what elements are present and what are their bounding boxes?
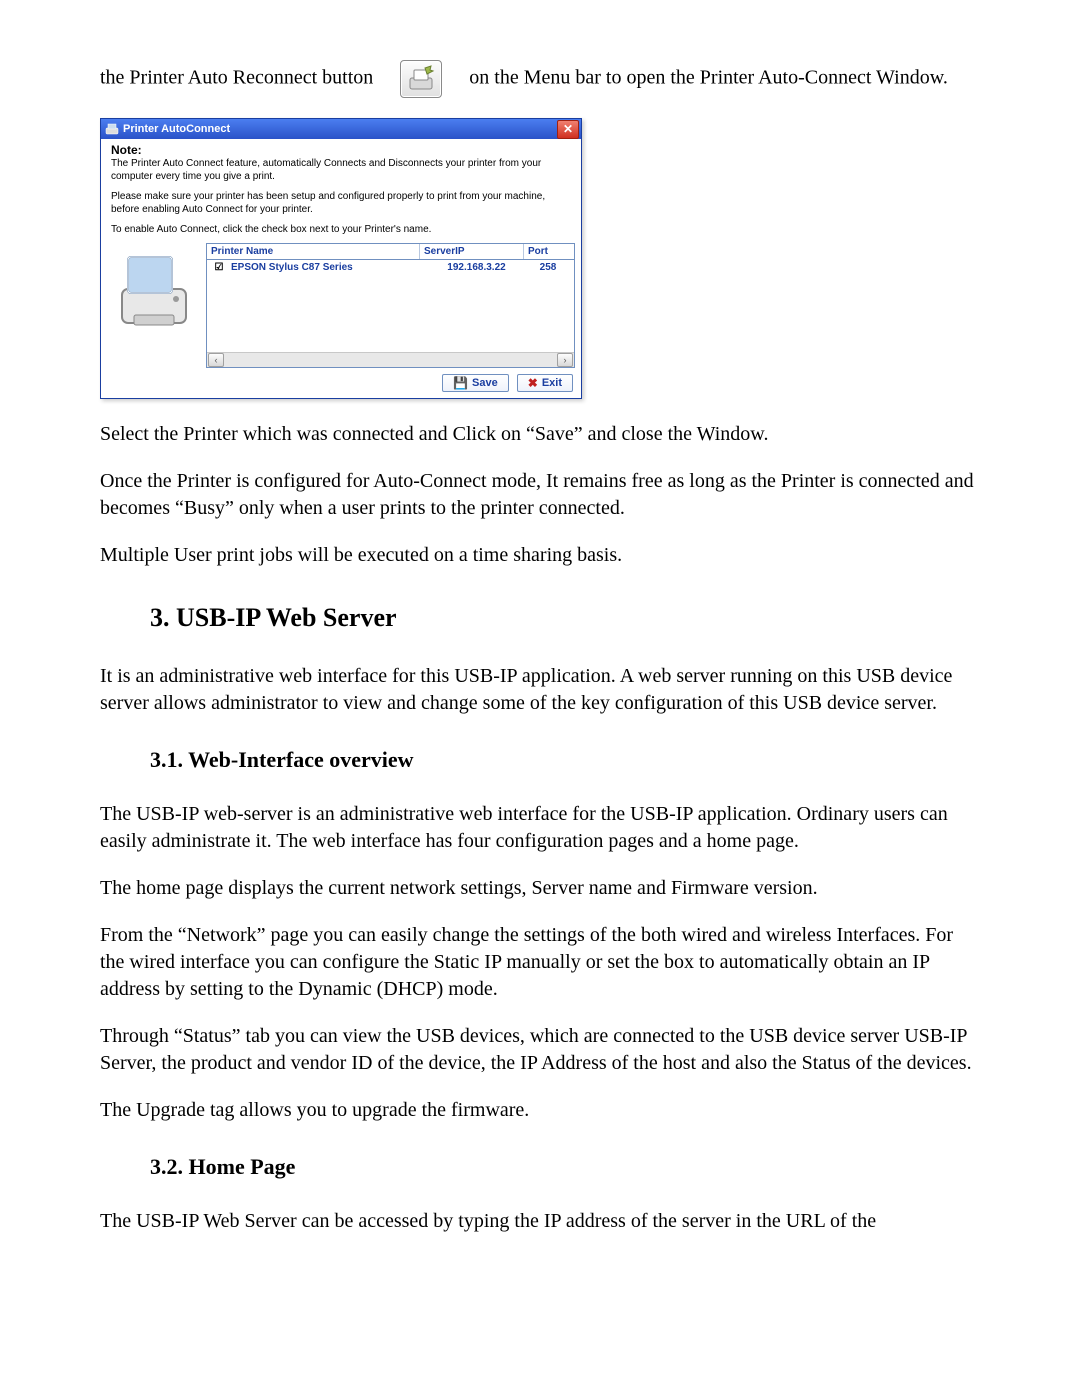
- col-header-ip[interactable]: ServerIP: [420, 244, 524, 259]
- sec31-p1: The USB-IP web-server is an administrati…: [100, 801, 980, 855]
- grid-row[interactable]: ☑ EPSON Stylus C87 Series 192.168.3.22 2…: [207, 260, 574, 275]
- horizontal-scrollbar[interactable]: ‹ ›: [207, 352, 574, 367]
- exit-label: Exit: [542, 377, 562, 389]
- save-icon: 💾: [453, 376, 468, 390]
- note-line-3: To enable Auto Connect, click the check …: [111, 224, 571, 237]
- grid-header: Printer Name ServerIP Port: [207, 244, 574, 260]
- printer-reconnect-icon: [405, 64, 437, 94]
- row-server-ip: 192.168.3.22: [427, 262, 526, 273]
- heading-usbip-web-server: 3. USB-IP Web Server: [150, 603, 980, 633]
- sec31-p5: The Upgrade tag allows you to upgrade th…: [100, 1097, 980, 1124]
- note-block: Note: The Printer Auto Connect feature, …: [101, 139, 581, 243]
- sec31-p3: From the “Network” page you can easily c…: [100, 922, 980, 1003]
- save-label: Save: [472, 377, 498, 389]
- sec31-p2: The home page displays the current netwo…: [100, 875, 980, 902]
- printer-auto-reconnect-button[interactable]: [400, 60, 442, 98]
- col-header-name[interactable]: Printer Name: [207, 244, 420, 259]
- sec3-intro: It is an administrative web interface fo…: [100, 663, 980, 717]
- scroll-right-button[interactable]: ›: [557, 353, 573, 367]
- row-checkbox[interactable]: ☑: [211, 262, 227, 273]
- dialog-title: Printer AutoConnect: [123, 123, 557, 135]
- note-title: Note:: [111, 143, 571, 157]
- printer-large-icon: [114, 247, 194, 337]
- intro-paragraph: the Printer Auto Reconnect button on the…: [100, 60, 980, 98]
- dialog-titlebar: Printer AutoConnect ✕: [101, 119, 581, 139]
- row-printer-name: EPSON Stylus C87 Series: [227, 262, 427, 273]
- intro-after: on the Menu bar to open the Printer Auto…: [469, 67, 948, 89]
- row-port: 258: [526, 262, 570, 273]
- printer-grid: Printer Name ServerIP Port ☑ EPSON Stylu…: [206, 243, 575, 368]
- chevron-right-icon: ›: [564, 355, 567, 365]
- heading-home-page: 3.2. Home Page: [150, 1154, 980, 1180]
- close-icon: ✕: [563, 122, 573, 136]
- sec31-p4: Through “Status” tab you can view the US…: [100, 1023, 980, 1077]
- chevron-left-icon: ‹: [215, 355, 218, 365]
- save-button[interactable]: 💾 Save: [442, 374, 509, 392]
- note-line-1: The Printer Auto Connect feature, automa…: [111, 158, 571, 183]
- sec32-p1: The USB-IP Web Server can be accessed by…: [100, 1208, 980, 1235]
- printer-autoconnect-dialog: Printer AutoConnect ✕ Note: The Printer …: [100, 118, 582, 399]
- note-line-2: Please make sure your printer has been s…: [111, 191, 571, 216]
- scroll-left-button[interactable]: ‹: [208, 353, 224, 367]
- close-button[interactable]: ✕: [557, 120, 579, 139]
- printer-illustration: [101, 243, 206, 368]
- heading-web-interface-overview: 3.1. Web-Interface overview: [150, 747, 980, 773]
- exit-button[interactable]: ✖ Exit: [517, 374, 573, 392]
- paragraph-multi-user: Multiple User print jobs will be execute…: [100, 542, 980, 569]
- col-header-port[interactable]: Port: [524, 244, 574, 259]
- exit-icon: ✖: [528, 376, 538, 390]
- paragraph-select-save: Select the Printer which was connected a…: [100, 421, 980, 448]
- printer-icon: [105, 122, 119, 136]
- intro-before: the Printer Auto Reconnect button: [100, 67, 373, 89]
- paragraph-autoconnect-busy: Once the Printer is configured for Auto-…: [100, 468, 980, 522]
